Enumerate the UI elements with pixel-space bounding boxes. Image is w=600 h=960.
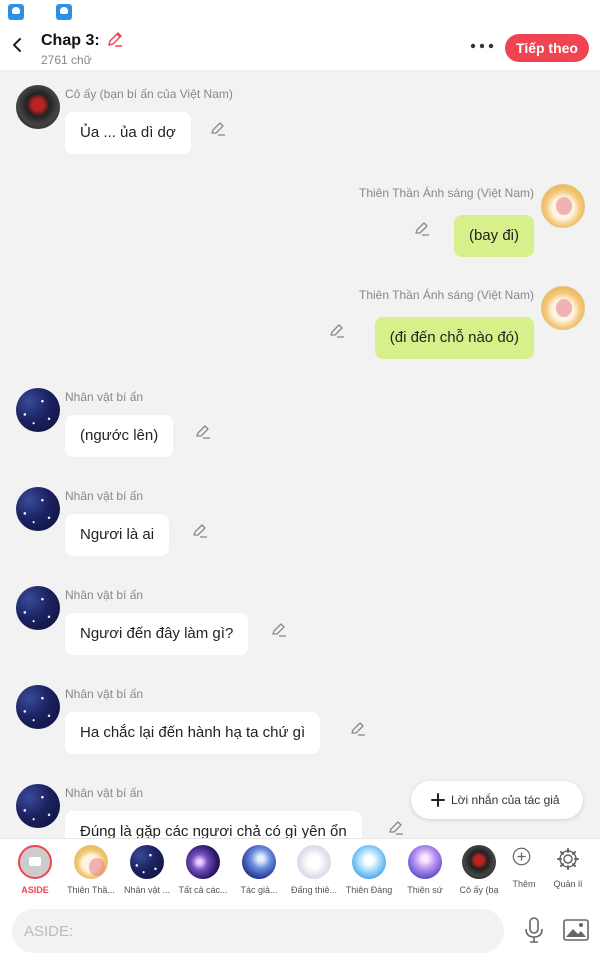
character-item[interactable]: Thiên Thầ... (63, 845, 119, 899)
title-group: Chap 3: 2761 chữ (41, 30, 124, 67)
character-item[interactable]: Tất cả các... (175, 845, 231, 899)
author-message-label: Lời nhắn của tác giả (451, 793, 560, 807)
avatar (297, 845, 331, 879)
avatar[interactable] (16, 388, 60, 432)
avatar (408, 845, 442, 879)
character-name: Nhân vật bí ấn (65, 687, 144, 701)
message-bubble[interactable]: Ủa ... ủa dì dợ (65, 112, 191, 154)
manage-label: Quản lí (553, 879, 583, 889)
mic-icon[interactable] (522, 917, 546, 943)
avatar[interactable] (16, 784, 60, 828)
character-name: Nhân vật bí ấn (65, 786, 144, 800)
word-count: 2761 chữ (41, 53, 92, 67)
pencil-icon[interactable] (414, 220, 430, 236)
message-bubble[interactable]: (đi đến chỗ nào đó) (374, 317, 534, 359)
back-icon[interactable] (10, 38, 24, 52)
character-item[interactable]: Thiên Đàng (341, 845, 397, 899)
plus-circle-icon (512, 847, 531, 866)
character-label: Thiên Đàng (345, 885, 393, 895)
character-label: Thiên sứ (407, 885, 443, 895)
message-bubble[interactable]: (ngước lên) (65, 415, 174, 457)
character-aside[interactable]: ASIDE (7, 845, 63, 899)
avatar (352, 845, 386, 879)
character-name: Cô ấy (bạn bí ấn của Việt Nam) (65, 87, 233, 101)
character-item[interactable]: Nhân vật ... (119, 845, 175, 899)
message-bubble[interactable]: Ha chắc lại đến hành hạ ta chứ gì (65, 712, 321, 754)
pencil-icon[interactable] (195, 423, 211, 439)
gear-icon (557, 848, 579, 870)
next-chapter-button[interactable]: Tiếp theo (505, 34, 589, 62)
character-item[interactable]: Thiên sứ (397, 845, 453, 899)
message-bubble[interactable]: Ngươi là ai (65, 514, 170, 556)
pencil-icon[interactable] (106, 30, 124, 48)
pencil-icon[interactable] (192, 522, 208, 538)
character-name: Thiên Thần Ánh sáng (Việt Nam) (359, 186, 534, 200)
manage-button[interactable]: Quản lí (540, 845, 596, 899)
message-bubble[interactable]: (bay đi) (453, 215, 534, 257)
author-message-button[interactable]: Lời nhắn của tác giả (411, 781, 583, 819)
message-bubble[interactable]: Ngươi đến đây làm gì? (65, 613, 249, 655)
avatar (242, 845, 276, 879)
pencil-icon[interactable] (210, 120, 226, 136)
character-label: Tác giả... (240, 885, 278, 895)
page-title: Chap 3: (41, 32, 100, 49)
pencil-icon[interactable] (271, 621, 287, 637)
avatar[interactable] (541, 184, 585, 228)
app-icon (8, 4, 24, 20)
avatar[interactable] (16, 487, 60, 531)
app-icon (56, 4, 72, 20)
character-name: Nhân vật bí ấn (65, 390, 144, 404)
character-label: Đấng thiê... (290, 885, 338, 895)
avatar[interactable] (541, 286, 585, 330)
character-label: Nhân vật ... (123, 885, 171, 895)
character-label: Tất cả các... (178, 885, 228, 895)
avatar[interactable] (16, 85, 60, 129)
avatar (74, 845, 108, 879)
avatar (186, 845, 220, 879)
pencil-icon[interactable] (388, 819, 404, 835)
message-input[interactable] (12, 909, 504, 953)
chat-area[interactable]: Cô ấy (bạn bí ấn của Việt Nam) Ủa ... ủa… (0, 70, 600, 838)
avatar[interactable] (16, 685, 60, 729)
message-bubble[interactable]: Đúng là gặp các ngươi chả có gì yên ổn (65, 811, 362, 838)
plus-icon (431, 793, 445, 807)
input-bar (0, 900, 600, 960)
character-name: Nhân vật bí ấn (65, 588, 144, 602)
image-icon[interactable] (563, 919, 589, 941)
avatar[interactable] (16, 586, 60, 630)
pencil-icon[interactable] (350, 720, 366, 736)
character-item[interactable]: Đấng thiê... (286, 845, 342, 899)
character-label: Thiên Thầ... (67, 885, 115, 895)
pencil-icon[interactable] (329, 322, 345, 338)
more-icon[interactable] (470, 36, 494, 56)
status-bar (0, 0, 600, 24)
character-bar: ASIDE Thiên Thầ... Nhân vật ... Tất cả c… (0, 838, 600, 900)
aside-icon (18, 845, 52, 879)
avatar (130, 845, 164, 879)
character-name: Thiên Thần Ánh sáng (Việt Nam) (359, 288, 534, 302)
avatar (462, 845, 496, 879)
character-name: Nhân vật bí ấn (65, 489, 144, 503)
character-label: ASIDE (21, 885, 49, 895)
character-item[interactable]: Tác giả... (231, 845, 287, 899)
header: Chap 3: 2761 chữ Tiếp theo (0, 24, 600, 70)
